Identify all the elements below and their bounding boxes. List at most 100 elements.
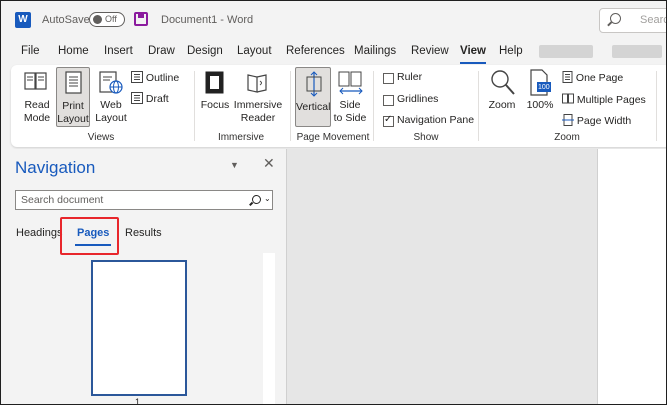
page-width-button[interactable]: Page Width [562, 114, 631, 127]
save-icon[interactable] [134, 12, 148, 26]
one-page-label: One Page [575, 72, 624, 84]
word-logo-icon: W [15, 12, 31, 28]
tab-references[interactable]: References [286, 45, 345, 57]
outline-button[interactable]: Outline [131, 71, 179, 84]
show-group-label: Show [413, 132, 439, 143]
immersive-reader-button[interactable]: Immersive Reader [233, 69, 283, 127]
multiple-pages-label: Multiple Pages [576, 94, 646, 106]
side-to-side-icon [338, 71, 363, 95]
gridlines-label: Gridlines [397, 93, 439, 105]
navigation-pane-checkbox[interactable] [383, 114, 394, 127]
document-page[interactable] [597, 149, 666, 404]
ribbon-tabs: File Home Insert Draw Design Layout Refe… [1, 39, 666, 65]
print-layout-label-line: Layout [57, 113, 89, 125]
autosave-label: AutoSave [42, 14, 90, 26]
web-layout-label-line: Layout [95, 112, 127, 124]
immersive-reader-label-line: Reader [240, 112, 276, 124]
zoom-label: Zoom [488, 99, 516, 111]
draft-icon [131, 92, 143, 104]
draft-label: Draft [145, 93, 169, 105]
search-icon [610, 13, 621, 24]
focus-button[interactable]: Focus [199, 69, 231, 127]
one-page-button[interactable]: One Page [562, 71, 623, 84]
blurred-tab [539, 45, 593, 58]
zoom-100-label: 100% [526, 99, 554, 111]
web-layout-icon [99, 71, 123, 94]
search-box[interactable]: Search [599, 8, 666, 33]
zoom-100-button[interactable]: 100 100% [522, 69, 558, 127]
search-document-input[interactable]: Search document ⌄ [15, 190, 273, 210]
group-separator [194, 71, 195, 141]
zoom-group-label: Zoom [554, 132, 580, 143]
document-area [287, 149, 666, 404]
side-to-side-label-line: to Side [333, 112, 367, 124]
read-mode-label-line: Mode [23, 112, 51, 124]
immersive-reader-label: Immersive Reader [233, 99, 283, 125]
tab-results[interactable]: Results [125, 227, 162, 239]
navigation-pane-label: Navigation Pane [397, 114, 475, 126]
web-layout-button[interactable]: Web Layout [93, 69, 129, 127]
focus-icon [205, 71, 224, 94]
document-title: Document1 - Word [161, 14, 254, 26]
tab-headings[interactable]: Headings [16, 227, 62, 239]
read-mode-button[interactable]: Read Mode [19, 69, 55, 127]
group-separator [478, 71, 479, 141]
multiple-pages-button[interactable]: Multiple Pages [562, 93, 646, 106]
search-icon[interactable] [252, 195, 261, 204]
vertical-button[interactable]: Vertical [295, 67, 331, 127]
scrollbar[interactable] [263, 253, 275, 404]
print-layout-button[interactable]: Print Layout [56, 67, 90, 127]
tab-design[interactable]: Design [187, 45, 223, 57]
toggle-knob [93, 15, 102, 24]
print-layout-label: Print Layout [57, 100, 89, 126]
page-width-label: Page Width [576, 115, 632, 127]
tab-file[interactable]: File [21, 45, 40, 57]
navigation-pane: Navigation ▼ ✕ Search document ⌄ Heading… [1, 149, 287, 404]
side-to-side-label-line: Side [339, 99, 361, 111]
outline-label: Outline [145, 72, 180, 84]
web-layout-label-line: Web [100, 99, 122, 111]
tab-mailings[interactable]: Mailings [354, 45, 396, 57]
multiple-pages-icon [562, 93, 574, 104]
autosave-toggle[interactable]: Off [89, 12, 125, 27]
tab-help[interactable]: Help [499, 45, 523, 57]
navigation-title: Navigation [15, 158, 96, 177]
group-separator [656, 71, 657, 141]
print-layout-icon [65, 71, 82, 94]
chevron-down-icon[interactable]: ⌄ [264, 194, 271, 203]
ribbon-view: Read Mode Print Layout Web Layout Outlin… [11, 65, 666, 147]
close-icon[interactable]: ✕ [263, 155, 275, 172]
tab-home[interactable]: Home [58, 45, 89, 57]
pages-tab-highlight [60, 217, 119, 255]
blurred-tab [612, 45, 662, 58]
immersive-reader-icon [247, 74, 267, 93]
word-window: W AutoSave Off Document1 - Word Search F… [0, 0, 667, 405]
read-mode-label: Read Mode [19, 99, 55, 125]
group-separator [373, 71, 374, 141]
search-placeholder: Search [640, 14, 666, 26]
search-document-placeholder: Search document [21, 194, 104, 206]
tab-review[interactable]: Review [411, 45, 449, 57]
autosave-state: Off [105, 14, 117, 24]
page-width-icon [562, 114, 574, 126]
page-thumbnail[interactable] [91, 260, 187, 396]
vertical-label: Vertical [296, 101, 331, 113]
gridlines-checkbox[interactable] [383, 95, 394, 106]
immersive-group-label: Immersive [217, 132, 265, 143]
web-layout-label: Web Layout [93, 99, 129, 125]
ruler-label: Ruler [397, 71, 423, 83]
ruler-checkbox[interactable] [383, 73, 394, 84]
tab-draw[interactable]: Draw [148, 45, 175, 57]
zoom-button[interactable]: Zoom [484, 69, 520, 127]
pane-options-chevron-icon[interactable]: ▼ [230, 160, 239, 170]
draft-button[interactable]: Draft [131, 92, 169, 105]
vertical-icon [306, 71, 322, 97]
group-separator [290, 71, 291, 141]
tab-insert[interactable]: Insert [104, 45, 133, 57]
tab-view[interactable]: View [460, 45, 486, 64]
side-to-side-label: Side to Side [333, 99, 367, 125]
side-to-side-button[interactable]: Side to Side [333, 69, 367, 127]
read-mode-icon [24, 72, 47, 90]
tab-layout[interactable]: Layout [237, 45, 272, 57]
one-page-icon [562, 71, 573, 83]
